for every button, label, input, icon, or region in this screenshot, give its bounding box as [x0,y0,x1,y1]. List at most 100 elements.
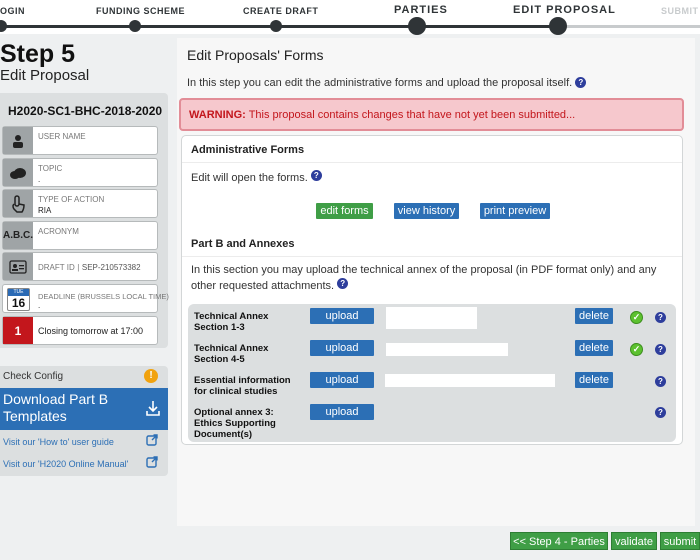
help-icon[interactable]: ? [337,278,349,289]
days-left-badge: 1 [3,317,33,344]
check-config-label[interactable]: Check Config [3,371,63,382]
view-history-button[interactable]: view history [394,203,459,219]
progress-line-pending [560,25,700,28]
annex-name-ethics: Optional annex 3: Ethics Supporting Docu… [194,407,276,440]
part-b-text-line1: In this section you may upload the techn… [191,264,657,276]
annex-name-line: Essential information [194,375,291,386]
help-icon[interactable]: ? [655,407,666,418]
upload-button-technical-4-5[interactable]: upload [310,340,374,356]
annex-name-line: Section 4-5 [194,354,245,365]
print-preview-button[interactable]: print preview [480,203,550,219]
divider [182,162,682,163]
help-icon[interactable]: ? [655,376,666,387]
draft-id-label: DRAFT ID [38,263,75,272]
info-row-draft-id: DRAFT ID | SEP-210573382 [2,252,158,281]
type-of-action-label: TYPE OF ACTION [38,195,105,204]
back-to-step4-button[interactable]: << Step 4 - Parties [510,532,608,550]
annex-name-line: Optional annex 3: [194,407,274,418]
part-b-text: In this section you may upload the techn… [191,262,656,294]
calendar-month: TUE [8,289,29,296]
delete-button-technical-4-5[interactable]: delete [575,340,613,356]
help-icon[interactable]: ? [310,170,322,181]
download-label-line1: Download Part B [3,391,109,407]
annex-name-line: Technical Annex [194,311,269,322]
check-ok-icon: ✓ [630,343,643,356]
part-b-heading: Part B and Annexes [191,238,295,250]
howto-guide-link[interactable]: Visit our 'How to' user guide [3,437,114,447]
admin-forms-heading: Administrative Forms [191,144,305,156]
warning-text: This proposal contains changes that have… [248,109,576,121]
hand-pointer-icon [3,190,33,217]
user-name-label: USER NAME [38,132,86,141]
validate-button[interactable]: validate [611,532,657,550]
annex-name-line: for clinical studies [194,386,278,397]
id-card-icon [3,253,33,280]
upload-button-clinical-studies[interactable]: upload [310,372,374,388]
warning-label: WARNING: [189,109,246,121]
intro-text-content: In this step you can edit the administra… [187,77,573,89]
draft-id-row: DRAFT ID | SEP-210573382 [38,262,141,272]
info-row-acronym: A.B.C. ACRONYM [2,221,158,250]
info-row-deadline: TUE 16 DEADLINE (Brussels Local Time) . [2,284,169,313]
topic-value: . [38,175,41,184]
delete-button-clinical-studies[interactable]: delete [575,372,613,388]
annex-name-line: Document(s) [194,429,253,440]
step-title: Step 5 [0,40,76,68]
divider [182,256,682,257]
acronym-label: ACRONYM [38,227,79,236]
delete-button-technical-1-3[interactable]: delete [575,308,613,324]
step-create-draft[interactable]: CREATE DRAFT [243,6,318,16]
annex-name-line: Technical Annex [194,343,269,354]
page-title: Edit Proposals' Forms [187,47,324,63]
info-row-closing: 1 Closing tomorrow at 17:00 [2,316,158,345]
cloud-icon [3,159,33,186]
submit-button[interactable]: submit [660,532,700,550]
info-row-user-name: USER NAME [2,126,158,155]
annex-name-line: Section 1-3 [194,322,245,333]
file-field-technical-4-5 [386,343,508,356]
info-row-type-of-action: TYPE OF ACTION RIA [2,189,158,218]
check-config-warning-icon[interactable]: ! [144,369,158,383]
upload-button-ethics[interactable]: upload [310,404,374,420]
external-link-icon[interactable] [146,434,158,449]
progress-steps: OGIN FUNDING SCHEME CREATE DRAFT PARTIES… [0,0,700,35]
annex-name-technical-1-3: Technical Annex Section 1-3 [194,311,268,333]
external-link-icon[interactable] [146,456,158,471]
step-funding-scheme[interactable]: FUNDING SCHEME [96,6,185,16]
upload-button-technical-1-3[interactable]: upload [310,308,374,324]
acronym-icon: A.B.C. [3,222,33,249]
info-row-topic: TOPIC . [2,158,158,187]
check-ok-icon: ✓ [630,311,643,324]
user-icon [3,127,33,154]
step-dot-funding [129,20,141,32]
step-submit: SUBMIT [661,6,699,16]
annex-name-clinical-studies: Essential information for clinical studi… [194,375,291,397]
download-label-line2: Templates [3,408,67,424]
step-dot-login [0,20,7,32]
annex-name-technical-4-5: Technical Annex Section 4-5 [194,343,268,365]
admin-forms-text-content: Edit will open the forms. [191,172,308,184]
step-parties[interactable]: PARTIES [394,4,448,16]
admin-forms-text: Edit will open the forms. ? [191,170,322,186]
file-field-clinical-studies [385,374,555,387]
edit-forms-button[interactable]: edit forms [316,203,373,219]
step-login[interactable]: OGIN [0,6,25,16]
step-dot-parties [408,17,426,35]
help-icon[interactable]: ? [575,77,587,88]
draft-id-value: SEP-210573382 [81,263,141,272]
proposal-id: H2020-SC1-BHC-2018-2020 [8,104,163,118]
deadline-value: . [38,301,41,310]
online-manual-link[interactable]: Visit our 'H2020 Online Manual' [3,459,128,469]
unsaved-changes-warning: WARNING: This proposal contains changes … [179,98,684,131]
help-icon[interactable]: ? [655,312,666,323]
download-icon [146,400,160,419]
help-icon[interactable]: ? [655,344,666,355]
download-part-b-templates-button[interactable]: Download Part B Templates [0,388,168,430]
part-b-text-line2: other requested attachments. [191,280,335,292]
file-field-technical-1-3 [386,307,477,329]
calendar-day: 16 [11,296,26,310]
closing-text: Closing tomorrow at 17:00 [38,326,144,336]
step-edit-proposal: EDIT PROPOSAL [513,4,616,16]
annex-name-line: Ethics Supporting [194,418,276,429]
intro-text: In this step you can edit the administra… [187,77,587,89]
